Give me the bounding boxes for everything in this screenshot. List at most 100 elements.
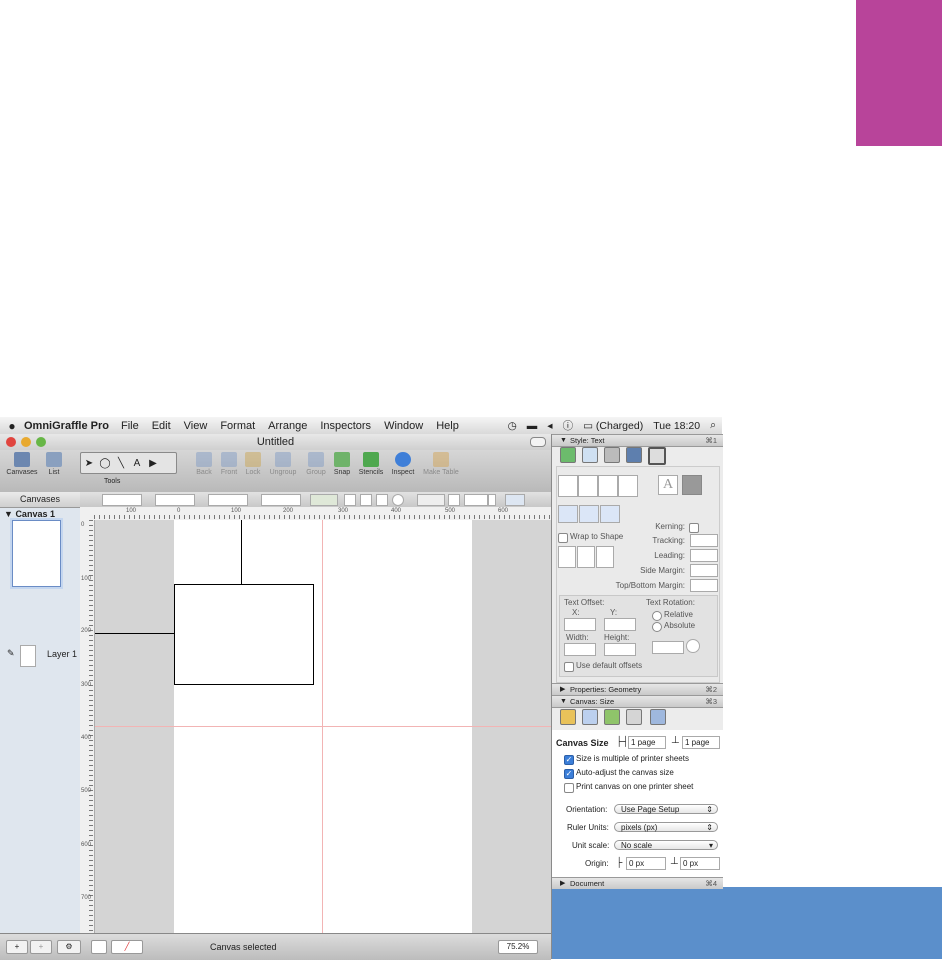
alignment-center-button[interactable] [578,475,598,497]
line-width-field[interactable] [464,494,488,506]
menu-inspectors[interactable]: Inspectors [320,420,371,432]
spotlight-search-icon[interactable]: ⌕ [710,419,716,432]
action-gear-button[interactable]: ⚙ [57,940,81,954]
inspect-button[interactable]: Inspect [389,452,417,476]
horizontal-ruler[interactable]: 100 0 100 200 300 400 500 600 [80,507,551,521]
sidebar-canvas-item[interactable]: ▼ Canvas 1 [4,509,55,519]
vertical-ruler[interactable]: 0 100 200 300 400 500 600 700 [80,520,95,933]
make-table-button[interactable]: Make Table [420,452,462,476]
x-position-field[interactable] [102,494,142,506]
text-placement-bottom[interactable] [596,546,614,568]
lock-button[interactable]: Lock [242,452,264,476]
front-button[interactable]: Front [217,452,241,476]
kerning-checkbox[interactable] [689,523,699,533]
disclosure-triangle-icon[interactable]: ▼ [560,435,567,446]
disclosure-triangle-icon[interactable]: ▼ [4,509,13,519]
orientation-select[interactable]: Use Page Setup ⇕ [614,804,718,814]
pencil-icon[interactable]: ✎ [7,648,15,659]
print-one-sheet-checkbox[interactable] [564,783,574,793]
width-field[interactable] [208,494,248,506]
title-bar[interactable]: Untitled [0,434,551,450]
horizontal-guide-line[interactable] [95,633,174,634]
line-type-button[interactable] [448,494,460,506]
diagram-layout-tab-icon[interactable] [604,709,620,725]
layer-thumbnail[interactable] [20,645,36,667]
volume-icon[interactable]: ◂ [547,420,552,432]
ungroup-button[interactable]: Ungroup [266,452,300,476]
unit-scale-select[interactable]: No scale ▾ [614,840,718,850]
more-tools-icon[interactable]: ▶ [145,458,161,469]
style-text-header[interactable]: ▼ Style: Text ⌘1 [552,434,723,447]
disclosure-triangle-icon[interactable]: ▶ [560,684,565,695]
menu-window[interactable]: Window [384,420,423,432]
origin-y-field[interactable]: 0 px [680,857,720,870]
shadow-style-button[interactable] [360,494,372,506]
image-button[interactable] [505,494,525,506]
back-button[interactable]: Back [193,452,215,476]
menu-edit[interactable]: Edit [152,420,171,432]
menu-format[interactable]: Format [220,420,255,432]
add-layer-button[interactable]: + [30,940,52,954]
alert-icon[interactable]: ⓘ [563,418,574,433]
valign-bottom-button[interactable] [600,505,620,523]
text-style-button[interactable] [376,494,388,506]
relative-radio[interactable] [652,611,662,621]
clock[interactable]: Tue 18:20 [653,420,700,432]
menu-view[interactable]: View [184,420,208,432]
zoom-select[interactable]: 75.2% [498,940,538,954]
top-bottom-margin-field[interactable] [690,579,718,592]
width-field[interactable] [564,643,596,656]
valign-middle-button[interactable] [579,505,599,523]
group-button[interactable]: Group [303,452,329,476]
text-color-well[interactable] [682,475,702,495]
canvas-height-field[interactable]: 1 page [682,736,720,749]
valign-top-button[interactable] [558,505,578,523]
fill-color-swatch[interactable] [91,940,107,954]
height-field[interactable] [261,494,301,506]
outline-tab-icon[interactable] [650,709,666,725]
menu-help[interactable]: Help [436,420,459,432]
lines-tab-icon[interactable] [582,447,598,463]
tracking-field[interactable] [690,534,718,547]
background-tab-icon[interactable] [626,709,642,725]
canvas-page[interactable] [95,520,551,933]
auto-adjust-checkbox[interactable]: ✓ [564,769,574,779]
grid-tab-icon[interactable] [582,709,598,725]
canvas-size-header[interactable]: ▼ Canvas: Size ⌘3 [552,695,723,708]
line-style-well[interactable] [417,494,445,506]
text-placement-top[interactable] [558,546,576,568]
leading-field[interactable] [690,549,718,562]
y-position-field[interactable] [155,494,195,506]
text-placement-middle[interactable] [577,546,595,568]
y-offset-field[interactable] [604,618,636,631]
menu-app-name[interactable]: OmniGraffle Pro [24,420,109,432]
rectangle-shape[interactable] [174,584,314,685]
shape-tool-icon[interactable]: ◯ [97,458,113,469]
alignment-right-button[interactable] [598,475,618,497]
line-width-stepper[interactable] [488,494,496,506]
text-tool-icon[interactable]: A [129,458,145,469]
canvas-size-tab-icon[interactable] [560,709,576,725]
origin-x-field[interactable]: 0 px [626,857,666,870]
use-default-offsets-checkbox[interactable] [564,662,574,672]
text-tab-icon[interactable] [648,447,666,465]
stencils-button[interactable]: Stencils [356,452,386,476]
rotation-field[interactable] [652,641,684,654]
font-button[interactable]: A [658,475,678,495]
alignment-left-button[interactable] [558,475,578,497]
image-tab-icon[interactable] [626,447,642,463]
disclosure-triangle-icon[interactable]: ▶ [560,878,565,889]
stroke-style-button[interactable] [344,494,356,506]
battery-status[interactable]: ▭ (Charged) [583,420,643,432]
vertical-guide-line[interactable] [241,520,242,584]
apple-menu-icon[interactable]: ● [0,419,24,433]
menu-arrange[interactable]: Arrange [268,420,307,432]
alignment-justify-button[interactable] [618,475,638,497]
time-machine-icon[interactable]: ◷ [508,420,517,432]
rotation-dial[interactable] [686,639,700,653]
list-button[interactable]: List [42,452,66,476]
no-stroke-swatch[interactable]: ╱ [111,940,143,954]
wrap-to-shape-checkbox[interactable] [558,533,568,543]
ruler-units-select[interactable]: pixels (px) ⇕ [614,822,718,832]
canvases-button[interactable]: Canvases [6,452,38,476]
